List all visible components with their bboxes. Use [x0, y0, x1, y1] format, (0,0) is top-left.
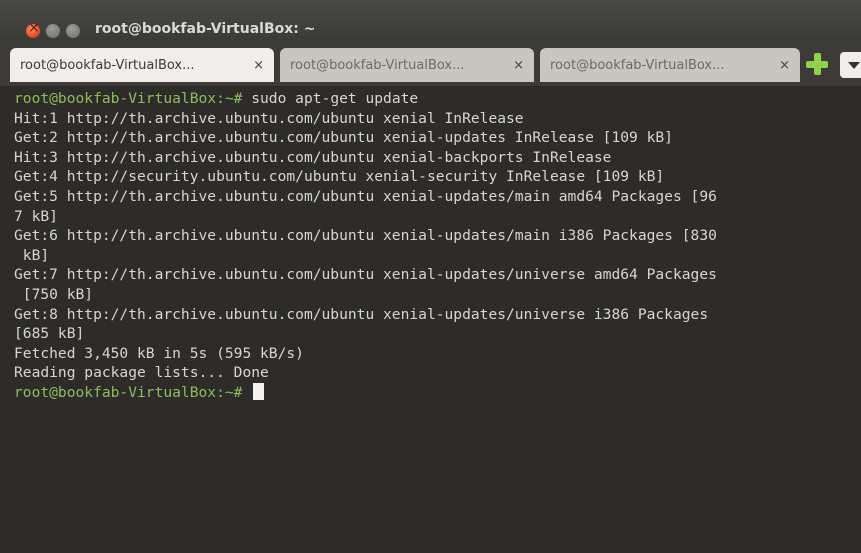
- tab-label: root@bookfab-VirtualBox...: [550, 57, 725, 73]
- typed-command: sudo apt-get update: [242, 90, 419, 107]
- window-title: root@bookfab-VirtualBox: ~: [95, 21, 316, 37]
- output-line: [750 kB]: [14, 285, 94, 303]
- output-line: kB]: [14, 246, 50, 264]
- command-line: root@bookfab-VirtualBox:~# sudo apt-get …: [14, 89, 861, 109]
- tab-terminal-1[interactable]: root@bookfab-VirtualBox... ×: [10, 48, 274, 82]
- tab-close-icon[interactable]: ×: [513, 58, 524, 73]
- output-line: Fetched 3,450 kB in 5s (595 kB/s): [14, 344, 304, 362]
- close-window-button[interactable]: [26, 20, 40, 38]
- minimize-window-button[interactable]: [46, 24, 60, 38]
- text-cursor: [253, 382, 265, 400]
- terminal-window: root@bookfab-VirtualBox: ~ root@bookfab-…: [0, 0, 861, 553]
- output-line: 7 kB]: [14, 207, 58, 225]
- tab-bar: root@bookfab-VirtualBox... × root@bookfa…: [0, 44, 861, 86]
- tab-label: root@bookfab-VirtualBox...: [290, 57, 465, 73]
- output-line: Get:5 http://th.archive.ubuntu.com/ubunt…: [14, 187, 717, 205]
- shell-prompt: root@bookfab-VirtualBox:~#: [14, 383, 243, 401]
- shell-prompt: root@bookfab-VirtualBox:~#: [14, 90, 243, 107]
- terminal-output-area[interactable]: root@bookfab-VirtualBox:~# sudo apt-get …: [0, 86, 861, 553]
- output-line: Reading package lists... Done: [14, 364, 269, 382]
- tab-terminal-3[interactable]: root@bookfab-VirtualBox... ×: [540, 48, 800, 82]
- final-prompt-line: root@bookfab-VirtualBox:~#: [14, 382, 861, 403]
- tab-close-icon[interactable]: ×: [779, 58, 790, 73]
- tab-close-icon[interactable]: ×: [253, 58, 264, 73]
- title-bar[interactable]: root@bookfab-VirtualBox: ~: [0, 0, 861, 44]
- output-line: Hit:1 http://th.archive.ubuntu.com/ubunt…: [14, 109, 524, 127]
- output-line: Get:7 http://th.archive.ubuntu.com/ubunt…: [14, 266, 717, 284]
- maximize-window-button[interactable]: [66, 24, 80, 38]
- tabs-menu-chevron-down-icon[interactable]: [840, 52, 861, 78]
- output-line: Get:2 http://th.archive.ubuntu.com/ubunt…: [14, 129, 673, 147]
- output-line: Hit:3 http://th.archive.ubuntu.com/ubunt…: [14, 148, 612, 166]
- output-line: [685 kB]: [14, 325, 85, 343]
- output-line: Get:6 http://th.archive.ubuntu.com/ubunt…: [14, 227, 717, 245]
- output-line: Get:4 http://security.ubuntu.com/ubuntu …: [14, 168, 665, 186]
- output-line: Get:8 http://th.archive.ubuntu.com/ubunt…: [14, 305, 709, 323]
- tab-terminal-2[interactable]: root@bookfab-VirtualBox... ×: [280, 48, 534, 82]
- new-tab-plus-icon[interactable]: [805, 52, 829, 76]
- tab-label: root@bookfab-VirtualBox...: [20, 57, 195, 73]
